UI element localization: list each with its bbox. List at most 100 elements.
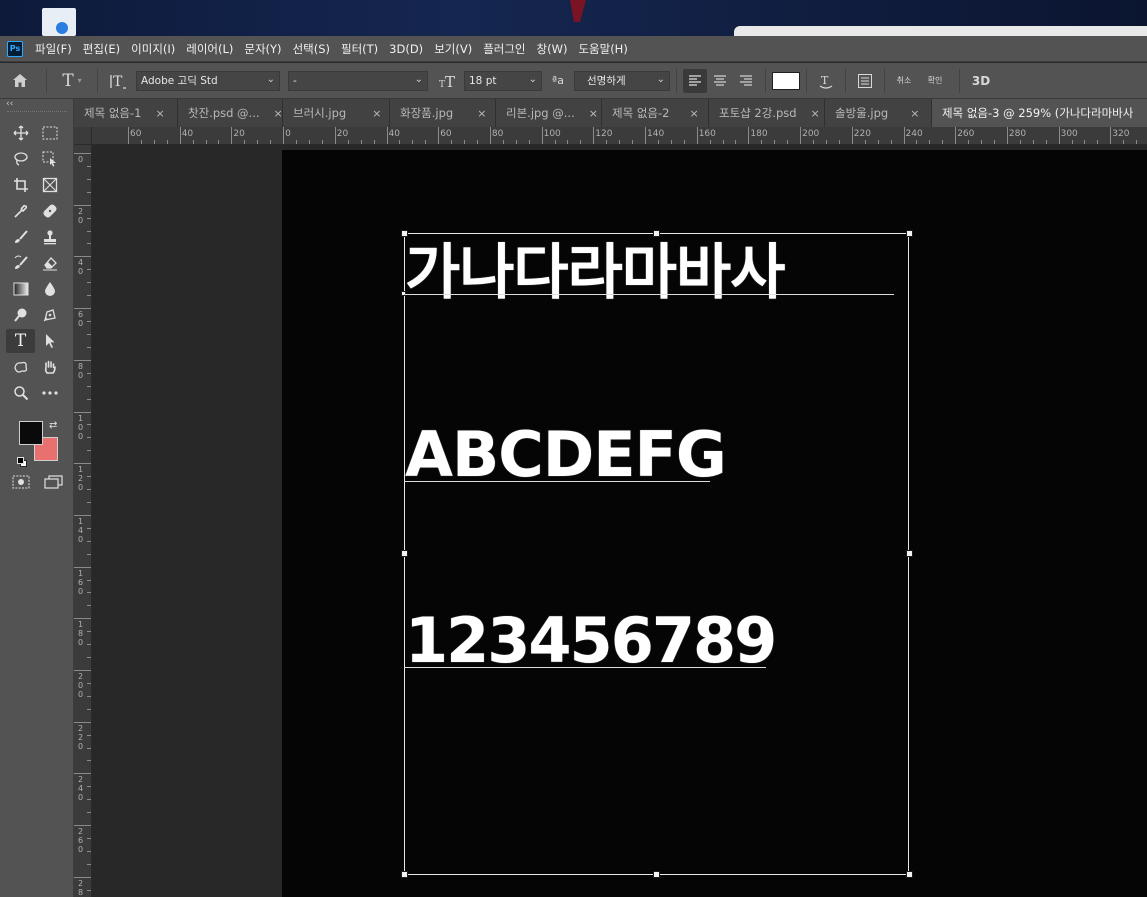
doc-tab-pinecone[interactable]: 솔방울.jpg × xyxy=(825,99,932,127)
doc-tab-untitled-2[interactable]: 제목 없음-2 × xyxy=(602,99,709,127)
menu-3d[interactable]: 3D(D) xyxy=(389,42,423,56)
crop-tool-icon[interactable] xyxy=(6,173,35,197)
svg-text:T: T xyxy=(821,74,829,87)
eyedropper-tool-icon[interactable] xyxy=(6,199,35,223)
separator xyxy=(845,68,846,93)
close-icon[interactable]: × xyxy=(477,107,486,120)
chevron-down-icon: ⌄ xyxy=(528,73,537,85)
blur-tool-icon[interactable] xyxy=(35,277,64,301)
doc-tab-brush[interactable]: 브러시.jpg × xyxy=(283,99,390,127)
object-selection-tool-icon[interactable] xyxy=(35,147,64,171)
doc-tab-untitled-3-active[interactable]: 제목 없음-3 @ 259% (가나다라마바사 xyxy=(932,99,1147,127)
text-color-swatch[interactable] xyxy=(772,71,800,90)
ruler-label: 0 xyxy=(78,155,84,164)
font-size-select[interactable]: 18 pt ⌄ xyxy=(464,70,542,91)
menu-view[interactable]: 보기(V) xyxy=(434,41,472,57)
foreground-color-swatch[interactable] xyxy=(19,421,43,445)
zoom-tool-icon[interactable] xyxy=(6,381,35,405)
screen-mode-icon[interactable] xyxy=(44,474,64,493)
cancel-edit-button[interactable]: 취소 xyxy=(891,75,917,86)
menu-filter[interactable]: 필터(T) xyxy=(341,41,378,57)
marquee-tool-icon[interactable] xyxy=(35,121,64,145)
doc-tab-untitled-1[interactable]: 제목 없음-1 × xyxy=(74,99,178,127)
desktop-file-icon[interactable] xyxy=(42,8,76,36)
hand-tool-icon[interactable] xyxy=(35,355,64,379)
menu-file[interactable]: 파일(F) xyxy=(35,41,72,57)
gradient-tool-icon[interactable] xyxy=(6,277,35,301)
doc-tab-cosmetics[interactable]: 화장품.jpg × xyxy=(390,99,496,127)
menu-plugins[interactable]: 플러그인 xyxy=(483,41,525,57)
ruler-tick xyxy=(1058,127,1060,144)
type-tool-preset-icon[interactable]: T ▾ xyxy=(53,71,91,91)
lasso-tool-icon[interactable] xyxy=(6,147,35,171)
text-bounding-box[interactable] xyxy=(404,233,909,875)
align-left-icon[interactable] xyxy=(683,68,707,93)
toggle-text-orientation-icon[interactable]: T xyxy=(104,72,132,90)
close-icon[interactable]: × xyxy=(372,107,381,120)
text-line-hangul[interactable]: 가나다라마바사 xyxy=(405,224,893,311)
frame-tool-icon[interactable] xyxy=(35,173,64,197)
transform-handle-top-right[interactable] xyxy=(906,230,913,237)
character-panel-icon[interactable] xyxy=(852,73,878,89)
close-icon[interactable]: × xyxy=(811,107,820,120)
home-icon[interactable] xyxy=(0,73,40,88)
menu-window[interactable]: 창(W) xyxy=(537,41,568,57)
pen-tool-icon[interactable] xyxy=(35,303,64,327)
align-right-icon[interactable] xyxy=(733,74,759,87)
close-icon[interactable]: × xyxy=(689,107,698,120)
type-tool-icon[interactable]: T xyxy=(6,329,35,353)
tab-label: 솔방울.jpg xyxy=(835,106,889,120)
menu-edit[interactable]: 편집(E) xyxy=(83,41,120,57)
clone-stamp-tool-icon[interactable] xyxy=(35,225,64,249)
move-tool-icon[interactable] xyxy=(6,121,35,145)
close-icon[interactable]: × xyxy=(589,107,598,120)
text-baseline xyxy=(404,294,894,295)
create-3d-button[interactable]: 3D xyxy=(966,74,996,88)
commit-edit-button[interactable]: 확인 xyxy=(917,75,953,86)
transform-handle-left[interactable] xyxy=(401,550,408,557)
ruler-label: 80 xyxy=(491,129,504,139)
path-selection-tool-icon[interactable] xyxy=(35,329,64,353)
doc-tab-teacup[interactable]: 찻잔.psd @... × xyxy=(178,99,283,127)
ruler-label: 240 xyxy=(905,129,923,139)
collapse-panel-icon[interactable]: ‹‹ xyxy=(0,99,73,109)
font-family-select[interactable]: Adobe 고딕 Std ⌄ xyxy=(136,70,280,91)
transform-handle-right[interactable] xyxy=(906,550,913,557)
background-window-edge xyxy=(734,26,1147,36)
history-brush-tool-icon[interactable] xyxy=(6,251,35,275)
healing-brush-tool-icon[interactable] xyxy=(35,199,64,223)
ruler-label: 200 xyxy=(802,129,820,139)
horizontal-ruler[interactable]: 60 40 20 0 20 40 60 80 100 120 140 160 180 200 220 240 2… xyxy=(92,127,1147,145)
menu-select[interactable]: 선택(S) xyxy=(293,41,330,57)
font-style-select[interactable]: - ⌄ xyxy=(288,70,428,91)
anti-alias-select[interactable]: 선명하게 ⌄ xyxy=(574,70,670,91)
dodge-tool-icon[interactable] xyxy=(6,303,35,327)
transform-handle-bottom[interactable] xyxy=(653,871,660,878)
custom-shape-tool-icon[interactable] xyxy=(6,355,35,379)
close-icon[interactable]: × xyxy=(274,107,283,120)
default-colors-icon[interactable] xyxy=(17,452,27,467)
more-tools-icon[interactable] xyxy=(35,381,64,405)
transform-handle-bottom-left[interactable] xyxy=(401,871,408,878)
menu-help[interactable]: 도움말(H) xyxy=(578,41,627,57)
close-icon[interactable]: × xyxy=(910,107,919,120)
align-center-icon[interactable] xyxy=(707,74,733,87)
menu-image[interactable]: 이미지(I) xyxy=(131,41,175,57)
doc-tab-ribbon[interactable]: 리본.jpg @... × xyxy=(496,99,602,127)
vertical-ruler[interactable]: 0 20 40 60 80 100 120 140 160 180 200 220 240 260 28 xyxy=(74,145,92,897)
panel-grip[interactable] xyxy=(7,111,67,115)
font-size-icon: TT xyxy=(434,73,464,89)
menu-type[interactable]: 문자(Y) xyxy=(244,41,281,57)
menu-layer[interactable]: 레이어(L) xyxy=(186,41,233,57)
close-icon[interactable]: × xyxy=(155,107,164,120)
eraser-tool-icon[interactable] xyxy=(35,251,64,275)
swap-colors-icon[interactable]: ⇄ xyxy=(49,420,57,431)
quick-mask-icon[interactable] xyxy=(12,474,30,493)
warp-text-icon[interactable]: T xyxy=(813,73,839,89)
doc-tab-photoshop-lesson-2[interactable]: 포토샵 2강.psd × xyxy=(709,99,825,127)
document-tab-bar: 제목 없음-1 × 찻잔.psd @... × 브러시.jpg × 화장품.jpg × … xyxy=(74,99,1147,127)
brush-tool-icon[interactable] xyxy=(6,225,35,249)
ruler-origin[interactable] xyxy=(74,127,92,145)
photoshop-logo-icon: Ps xyxy=(7,40,23,57)
transform-handle-bottom-right[interactable] xyxy=(906,871,913,878)
